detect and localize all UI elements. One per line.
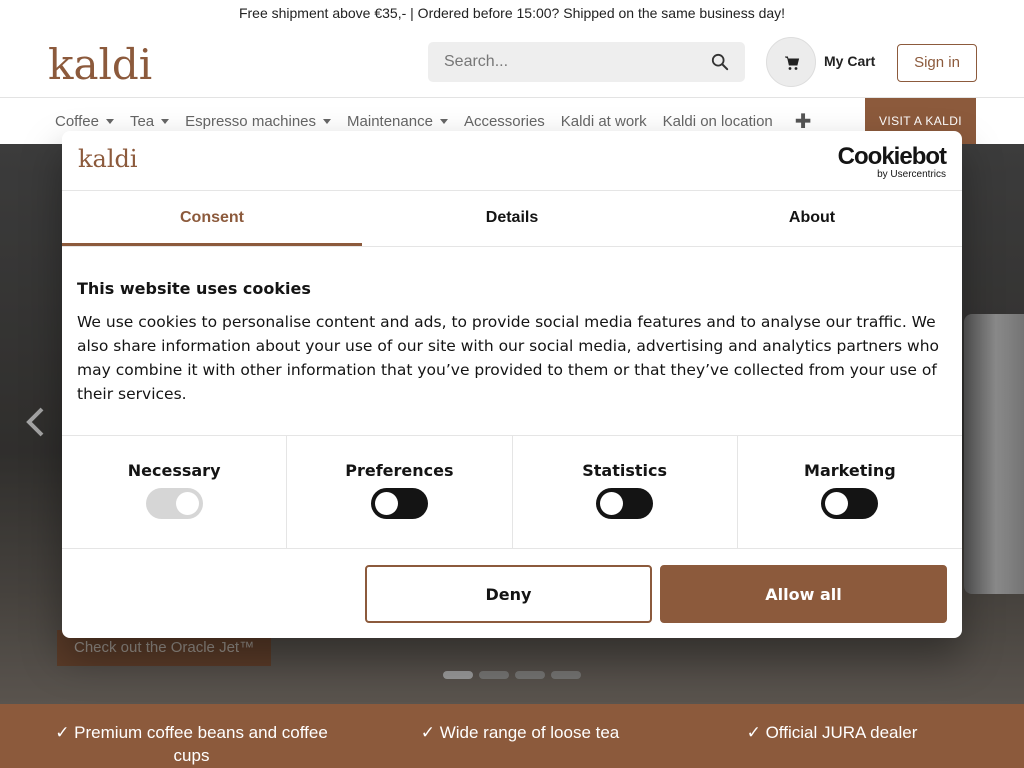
switch-knob [374, 492, 398, 515]
search-icon[interactable] [711, 53, 729, 71]
kaldi-logo[interactable]: kaldi [48, 40, 152, 89]
dialog-text: We use cookies to personalise content an… [77, 313, 939, 403]
toggle-label: Statistics [582, 461, 667, 480]
nav-item-kaldi-on-location[interactable]: Kaldi on location [663, 113, 773, 130]
nav-item-maintenance[interactable]: Maintenance [347, 113, 448, 130]
usp-item: ✓ Official JURA dealer [746, 723, 918, 742]
nav-item-kaldi-at-work[interactable]: Kaldi at work [561, 113, 647, 130]
caret-down-icon [439, 118, 448, 124]
dialog-tabs: Consent Details About [62, 191, 962, 247]
toggle-label: Marketing [804, 461, 896, 480]
toggle-necessary: Necessary [62, 436, 288, 548]
toggle-marketing: Marketing [738, 436, 962, 548]
site-header: kaldi My Cart Sign in [0, 26, 1024, 98]
tab-about[interactable]: About [662, 191, 962, 246]
sign-in-button[interactable]: Sign in [897, 44, 977, 82]
switch-knob [600, 492, 624, 515]
search-input[interactable] [428, 42, 688, 82]
preferences-switch[interactable] [370, 488, 428, 519]
consent-toggles: Necessary Preferences Statistics Marketi… [62, 436, 962, 549]
toggle-label: Necessary [127, 461, 221, 480]
nav-item-label: Accessories [463, 112, 545, 130]
nav-item-label: Tea [129, 112, 155, 130]
nav-item-label: Espresso machines [185, 112, 317, 130]
tab-consent[interactable]: Consent [62, 191, 362, 246]
tab-details[interactable]: Details [362, 191, 662, 246]
cookiebot-logo[interactable]: Cookiebot by Usercentrics [837, 143, 947, 181]
cookiebot-sub: by Usercentrics [877, 169, 946, 180]
more-menu-icon[interactable]: ✚ [795, 109, 812, 134]
statistics-switch[interactable] [596, 488, 654, 519]
nav-item-tea[interactable]: Tea [129, 112, 170, 130]
deny-button[interactable]: Deny [365, 565, 652, 623]
dialog-title: This website uses cookies [77, 279, 311, 298]
cart-button[interactable] [766, 37, 816, 87]
nav-item-coffee[interactable]: Coffee [55, 113, 114, 130]
cart-label[interactable]: My Cart [824, 53, 875, 69]
usp-item: ✓ Wide range of loose tea [420, 723, 620, 742]
switch-knob [175, 492, 199, 515]
cookiebot-name: Cookiebot [837, 143, 947, 170]
dialog-actions: Deny Allow all [62, 549, 962, 637]
nav-item-label: Maintenance [347, 112, 433, 130]
switch-knob [825, 492, 849, 515]
nav-item-espresso-machines[interactable]: Espresso machines [185, 112, 332, 130]
caret-down-icon [105, 118, 114, 124]
nav-item-label: Coffee [55, 112, 99, 130]
usp-bar: ✓ Premium coffee beans and coffee cups ✓… [0, 704, 1024, 768]
marketing-switch[interactable] [821, 488, 879, 519]
dialog-header: kaldi Cookiebot by Usercentrics [62, 131, 962, 191]
kaldi-logo: kaldi [78, 145, 138, 173]
cookie-consent-dialog: kaldi Cookiebot by Usercentrics Consent … [62, 131, 962, 638]
search-box [428, 42, 745, 82]
toggle-preferences: Preferences [287, 436, 513, 548]
allow-all-button[interactable]: Allow all [660, 565, 947, 623]
shipping-banner: Free shipment above €35,- | Ordered befo… [0, 0, 1024, 26]
toggle-label: Preferences [345, 461, 454, 480]
cart-icon [785, 56, 800, 70]
caret-down-icon [323, 118, 332, 124]
nav-item-accessories[interactable]: Accessories [464, 113, 545, 130]
necessary-switch [145, 488, 203, 519]
dialog-body: This website uses cookies We use cookies… [62, 247, 962, 436]
toggle-statistics: Statistics [513, 436, 738, 548]
caret-down-icon [161, 118, 170, 124]
nav-item-label: Kaldi at work [560, 112, 647, 130]
nav-item-label: Kaldi on location [662, 112, 773, 130]
usp-item: ✓ Premium coffee beans and coffee cups [55, 723, 328, 765]
